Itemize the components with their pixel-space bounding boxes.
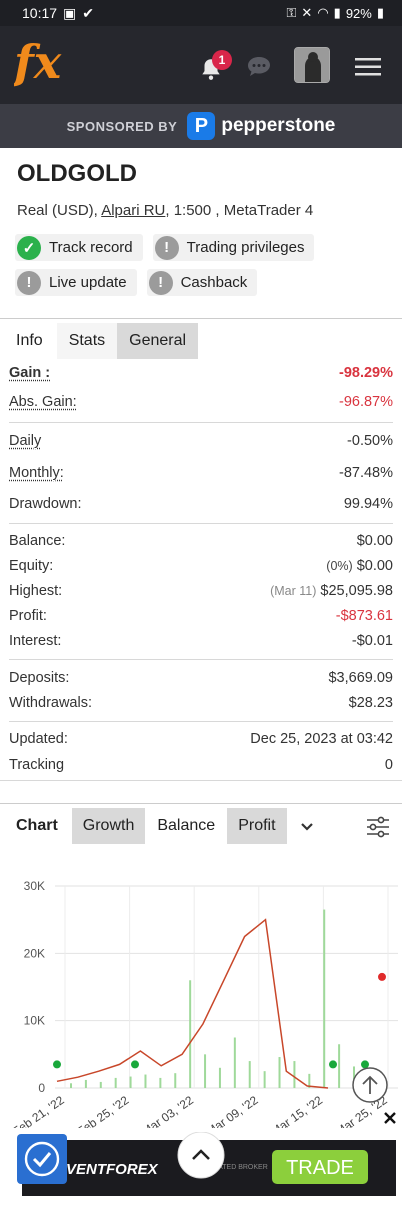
x-tick-label: Mar 15, '22 [268, 1093, 325, 1128]
volume-bar [248, 1061, 251, 1088]
stat-monthly: Monthly: -87.48% [9, 464, 393, 481]
status-time: 10:17 [22, 5, 58, 21]
sliders-icon[interactable] [366, 816, 390, 838]
app-bar: fx 1 [0, 26, 402, 104]
stat-balance: Balance: $0.00 [9, 532, 393, 549]
x-tick-label: Feb 21, '22 [10, 1093, 67, 1128]
volume-bar [189, 980, 192, 1088]
stat-profit: Profit: -$873.61 [9, 607, 393, 624]
volume-bar [114, 1077, 117, 1088]
stat-gain: Gain : -98.29% [9, 365, 393, 381]
chart-label: Chart [16, 816, 58, 834]
account-details: Real (USD), Alpari RU, 1:500 , MetaTrade… [17, 202, 314, 219]
battery-level: 92% [345, 5, 372, 21]
stat-updated: Updated: Dec 25, 2023 at 03:42 [9, 731, 393, 747]
stat-drawdown: Drawdown: 99.94% [9, 495, 393, 512]
signal-icon: ▮ [333, 5, 341, 20]
battery-icon: ▮ [376, 5, 384, 20]
volume-bar [278, 1057, 281, 1088]
pepperstone-logo-icon: P [187, 112, 216, 140]
hamburger-menu-icon[interactable] [355, 58, 381, 76]
stat-equity: Equity: (0%) $0.00 [9, 557, 393, 574]
volume-bar [70, 1083, 72, 1088]
account-chips: ✓ Track record ! Trading privileges ! Live … [0, 224, 330, 296]
check-icon: ✔ [82, 4, 95, 21]
chip-live-update[interactable]: ! Live update [15, 269, 137, 296]
notification-badge: 1 [212, 50, 232, 70]
balance-line [56, 918, 329, 1089]
deposit-marker [131, 1060, 139, 1069]
volume-bar [323, 909, 326, 1088]
volume-bar [84, 1079, 87, 1088]
volume-bar [233, 1037, 236, 1088]
chip-trading-privileges[interactable]: ! Trading privileges [152, 234, 315, 261]
sponsor-brand: pepperstone [221, 115, 336, 136]
y-tick-label: 30K [24, 879, 45, 893]
accessibility-icon [17, 1134, 67, 1184]
ad-banner[interactable]: VENTFOREX REGULATED BROKER TRADE [0, 1131, 402, 1200]
wifi-icon: ◠ [317, 5, 329, 20]
broker-link[interactable]: Alpari RU [101, 202, 165, 219]
volume-bar [159, 1077, 162, 1088]
deposit-marker [53, 1060, 61, 1069]
mute-icon: ✕ [301, 5, 313, 20]
chart-tabs: Chart Growth Balance Profit [0, 803, 402, 844]
volume-bar [174, 1073, 177, 1088]
y-tick-label: 10K [24, 1014, 45, 1028]
fx-logo-icon[interactable]: fx [14, 32, 68, 92]
chip-cashback[interactable]: ! Cashback [146, 269, 258, 296]
exclamation-circle-icon: ! [154, 235, 179, 260]
x-tick-label: Mar 09, '22 [204, 1093, 261, 1128]
stat-abs-gain: Abs. Gain: -96.87% [9, 394, 393, 410]
deposit-marker [329, 1060, 337, 1069]
chip-track-record[interactable]: ✓ Track record [15, 234, 143, 261]
y-tick-label: 20K [24, 946, 45, 960]
stat-highest: Highest: (Mar 11) $25,095.98 [9, 582, 393, 599]
tab-profit[interactable]: Profit [227, 807, 287, 844]
tab-general[interactable]: General [117, 323, 199, 359]
stat-interest: Interest: -$0.01 [9, 632, 393, 649]
status-bar: 10:17 ▣ ✔ ⚿ ✕ ◠ ▮ 92% ▮ [0, 0, 402, 26]
balance-chart[interactable]: 30K 20K 10K 0Feb 21, '22 Feb 25, '22 Mar 03, … [0, 878, 402, 1128]
key-icon: ⚿ [286, 5, 297, 20]
chat-icon[interactable] [246, 54, 272, 78]
sponsor-banner[interactable]: SPONSORED BY P pepperstone [0, 104, 402, 148]
volume-bar [293, 1061, 296, 1088]
photo-icon: ▣ [63, 4, 77, 21]
tab-info[interactable]: Info [0, 323, 57, 359]
volume-bar [144, 1074, 147, 1088]
stat-deposits: Deposits: $3,669.09 [9, 669, 393, 686]
ad-brand: VENTFOREX [66, 1161, 159, 1178]
y-tick-label: 0 [38, 1081, 45, 1095]
trade-button-label: TRADE [286, 1157, 354, 1179]
tab-balance[interactable]: Balance [145, 807, 228, 844]
stat-daily: Daily -0.50% [9, 433, 393, 449]
logo-text: fx [14, 35, 62, 89]
x-tick-label: Mar 03, '22 [139, 1093, 196, 1128]
exclamation-circle-icon: ! [17, 270, 41, 295]
scroll-up-button [177, 1131, 225, 1179]
check-circle-icon: ✓ [17, 235, 41, 260]
chevron-down-icon[interactable] [299, 818, 315, 834]
stats-panel: Gain : -98.29% Abs. Gain: -96.87% [0, 358, 402, 416]
account-name: OLDGOLD [17, 160, 137, 187]
sponsor-label: SPONSORED BY [66, 118, 178, 134]
volume-bar [218, 1067, 221, 1088]
deposit-marker [361, 1060, 369, 1069]
info-tabs: Info Stats General [0, 318, 402, 359]
volume-bar [204, 1054, 207, 1088]
exclamation-circle-icon: ! [148, 270, 173, 295]
withdrawal-marker [378, 972, 386, 981]
volume-bar [263, 1071, 266, 1088]
x-tick-label: Feb 25, '22 [74, 1093, 131, 1128]
volume-bar [99, 1081, 102, 1088]
volume-bar [129, 1076, 132, 1088]
tab-stats[interactable]: Stats [56, 323, 118, 359]
tab-growth[interactable]: Growth [71, 807, 146, 844]
stat-withdrawals: Withdrawals: $28.23 [9, 694, 393, 711]
stat-tracking: Tracking 0 [9, 757, 393, 773]
user-avatar[interactable] [294, 47, 330, 83]
volume-bar [338, 1044, 341, 1088]
